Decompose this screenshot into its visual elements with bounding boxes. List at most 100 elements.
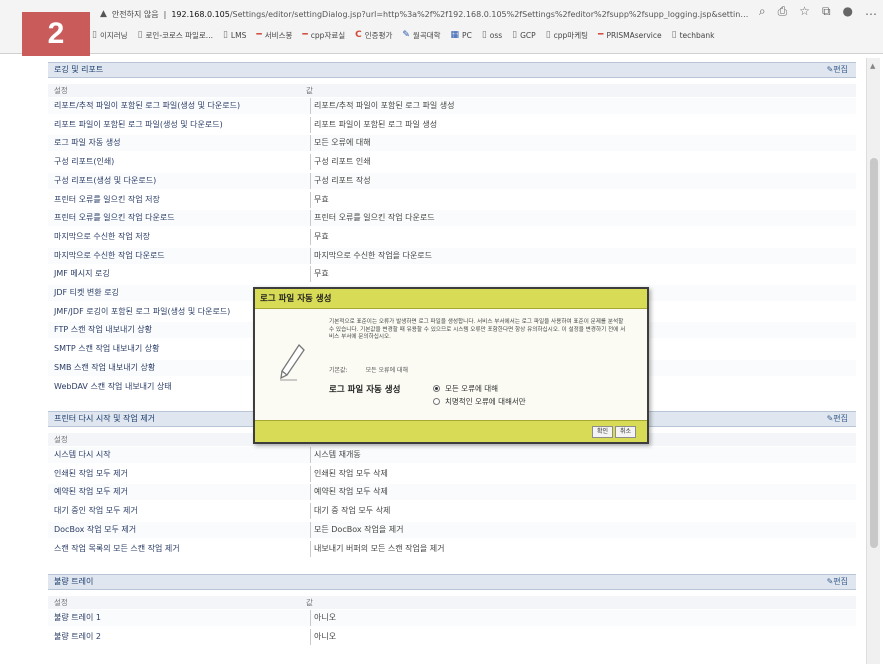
bookmark-item[interactable]: ▯ techbank [672, 30, 715, 40]
setting-row: 불량 트레이 1 아니오 [48, 610, 856, 626]
radio-unselected-icon[interactable] [433, 398, 440, 405]
setting-value: 예약된 작업 모두 삭제 [310, 484, 388, 501]
setting-value: 리포트/추적 파일이 포함된 로그 파일 생성 [310, 98, 455, 114]
setting-value: 내보내기 버퍼의 모든 스캔 작업을 제거 [310, 540, 444, 557]
setting-value: 마지막으로 수신한 작업을 다운로드 [310, 247, 432, 264]
dialog-footer: 확인 취소 [255, 420, 647, 442]
zoom-icon[interactable]: ⌕ [759, 4, 766, 19]
setting-label: 마지막으로 수신한 작업 저장 [54, 231, 150, 241]
setting-row: 프린터 오류를 일으킨 작업 다운로드 프린터 오류를 일으킨 작업 다운로드 [48, 210, 856, 227]
setting-value: 프린터 오류를 일으킨 작업 다운로드 [310, 210, 435, 227]
scroll-up-icon[interactable]: ▲ [870, 62, 875, 70]
bookmark-item[interactable]: ▯ cpp마케팅 [546, 30, 588, 41]
bookmark-item[interactable]: ━ 서비스봉 [256, 30, 292, 41]
bookmark-item[interactable]: C 인증평가 [355, 30, 392, 41]
pen-icon: ✎ [402, 30, 410, 40]
bookmark-item[interactable]: ▯ 이지러닝 [92, 30, 128, 41]
step-badge: 2 [22, 12, 90, 56]
url-text[interactable]: 192.168.0.105/Settings/editor/settingDia… [171, 10, 750, 19]
setting-label: 예약된 작업 모두 제거 [54, 487, 128, 497]
setting-label: 리포트 파일이 포함된 로그 파일(생성 및 다운로드) [54, 119, 223, 129]
setting-row: 구성 리포트(인쇄) 구성 리포트 인쇄 [48, 154, 856, 171]
bookmark-item[interactable]: ▯ oss [482, 30, 502, 40]
setting-value: 모든 DocBox 작업을 제거 [310, 521, 403, 538]
section-title: 로깅 및 리포트 [54, 65, 104, 74]
collections-icon[interactable]: ⧉ [822, 4, 831, 19]
setting-row: 시스템 다시 시작 시스템 재개동 [48, 447, 856, 463]
radio-all-errors[interactable]: 모든 오류에 대해 [433, 383, 498, 394]
setting-label: FTP 스캔 작업 내보내기 상황 [54, 325, 152, 335]
bookmark-item[interactable]: ✎ 월곡대학 [402, 30, 440, 41]
setting-value: 구성 리포트 작성 [310, 172, 371, 189]
setting-value: 대기 중 작업 모두 삭제 [310, 503, 390, 520]
setting-label: 불량 트레이 2 [54, 631, 101, 641]
setting-label: 프린터 오류를 일으킨 작업 저장 [54, 194, 160, 204]
setting-row: 구성 리포트(생성 및 다운로드) 구성 리포트 작성 [48, 172, 856, 189]
dash-icon: ━ [302, 30, 308, 40]
dash-icon: ━ [256, 30, 262, 40]
ok-button[interactable]: 확인 [592, 426, 614, 438]
bookmark-item[interactable]: ━ cpp자료실 [302, 30, 345, 41]
setting-label: SMTP 스캔 작업 내보내기 상황 [54, 344, 160, 354]
setting-label: 프린터 오류를 일으킨 작업 다운로드 [54, 213, 175, 223]
setting-label: 구성 리포트(생성 및 다운로드) [54, 175, 157, 185]
setting-label: WebDAV 스캔 작업 내보내기 상태 [54, 381, 172, 391]
setting-label: 리포트/추적 파일이 포함된 로그 파일(생성 및 다운로드) [54, 101, 241, 110]
edit-link[interactable]: ✎편집 [827, 63, 848, 77]
setting-label: JMF 메시지 로깅 [54, 269, 110, 279]
section-title: 프린터 다시 시작 및 작업 제거 [54, 414, 156, 423]
setting-label: 로그 파일 자동 생성 [329, 385, 401, 395]
cancel-button[interactable]: 취소 [615, 426, 637, 438]
setting-row: 프린터 오류를 일으킨 작업 저장 무효 [48, 191, 856, 208]
page-icon: ▯ [545, 30, 551, 40]
setting-row: 마지막으로 수신한 작업 다운로드 마지막으로 수신한 작업을 다운로드 [48, 247, 856, 264]
setting-row: 마지막으로 수신한 작업 저장 무효 [48, 228, 856, 245]
setting-value: 아니오 [310, 628, 336, 645]
setting-row: 인쇄된 작업 모두 제거 인쇄된 작업 모두 삭제 [48, 465, 856, 482]
setting-value: 모든 오류에 대해 [310, 135, 371, 152]
bookmarks-bar: ▯ 이지러닝 ▯ 로인-코로스 파일로... ▯ LMS ━ 서비스봉 ━ cpp자료실 C 인증평가… [92, 26, 714, 44]
warning-icon: ▲ [100, 9, 107, 19]
setting-value: 인쇄된 작업 모두 삭제 [310, 465, 388, 482]
default-value: 기본값: 모든 오류에 대해 [329, 367, 409, 374]
section-header-tray: 불량 트레이 ✎편집 [48, 574, 856, 590]
security-label: 안전하지 않음 [111, 9, 159, 19]
bookmark-item[interactable]: ━ PRISMAservice [598, 30, 662, 40]
address-bar[interactable]: ▲ 안전하지 않음 | 192.168.0.105/Settings/edito… [100, 6, 750, 22]
setting-row: 대기 중인 작업 모두 제거 대기 중 작업 모두 삭제 [48, 503, 856, 520]
setting-value: 아니오 [310, 610, 336, 626]
column-header: 설정 값 [48, 84, 856, 97]
more-menu-icon[interactable]: … [865, 4, 877, 19]
page-icon: ▯ [512, 30, 518, 40]
bookmark-item[interactable]: ▯ GCP [512, 30, 536, 40]
edit-link[interactable]: ✎편집 [827, 575, 848, 589]
bookmark-item[interactable]: ▯ LMS [223, 30, 246, 40]
scrollbar-thumb[interactable] [870, 158, 878, 548]
page-icon: ▯ [481, 30, 487, 40]
setting-label: DocBox 작업 모두 제거 [54, 524, 137, 534]
setting-value: 무효 [310, 266, 329, 283]
setting-label: 인쇄된 작업 모두 제거 [54, 468, 128, 478]
setting-row: 리포트/추적 파일이 포함된 로그 파일(생성 및 다운로드) 리포트/추적 파일… [48, 98, 856, 114]
favorites-icon[interactable]: ☆ [799, 4, 810, 19]
setting-row: 예약된 작업 모두 제거 예약된 작업 모두 삭제 [48, 484, 856, 501]
scrollbar[interactable]: ▲ [866, 58, 880, 664]
bookmark-item[interactable]: ▯ 로인-코로스 파일로... [138, 30, 213, 41]
setting-label: 시스템 다시 시작 [54, 450, 111, 459]
section-header-logging: 로깅 및 리포트 ✎편집 [48, 62, 856, 78]
read-mode-icon[interactable]: ⎙ [778, 4, 788, 19]
setting-label: 구성 리포트(인쇄) [54, 157, 115, 167]
setting-label: JMF/JDF 로깅이 포함된 로그 파일(생성 및 다운로드) [54, 306, 231, 316]
profile-icon[interactable]: ● [843, 4, 853, 19]
setting-label: 마지막으로 수신한 작업 다운로드 [54, 250, 165, 260]
radio-fatal-errors[interactable]: 치명적인 오류에 대해서만 [433, 396, 526, 407]
setting-label: SMB 스캔 작업 내보내기 상황 [54, 362, 156, 372]
section-title: 불량 트레이 [54, 577, 94, 586]
browser-toolbar-icons: ⌕ ⎙ ☆ ⧉ ● … [759, 4, 877, 19]
radio-selected-icon[interactable] [433, 385, 440, 392]
edit-link[interactable]: ✎편집 [827, 412, 848, 426]
setting-row: 로그 파일 자동 생성 모든 오류에 대해 [48, 135, 856, 152]
bookmark-item[interactable]: ▦ PC [451, 30, 472, 40]
setting-label: 불량 트레이 1 [54, 613, 101, 622]
browser-chrome: ▲ 안전하지 않음 | 192.168.0.105/Settings/edito… [0, 0, 883, 54]
